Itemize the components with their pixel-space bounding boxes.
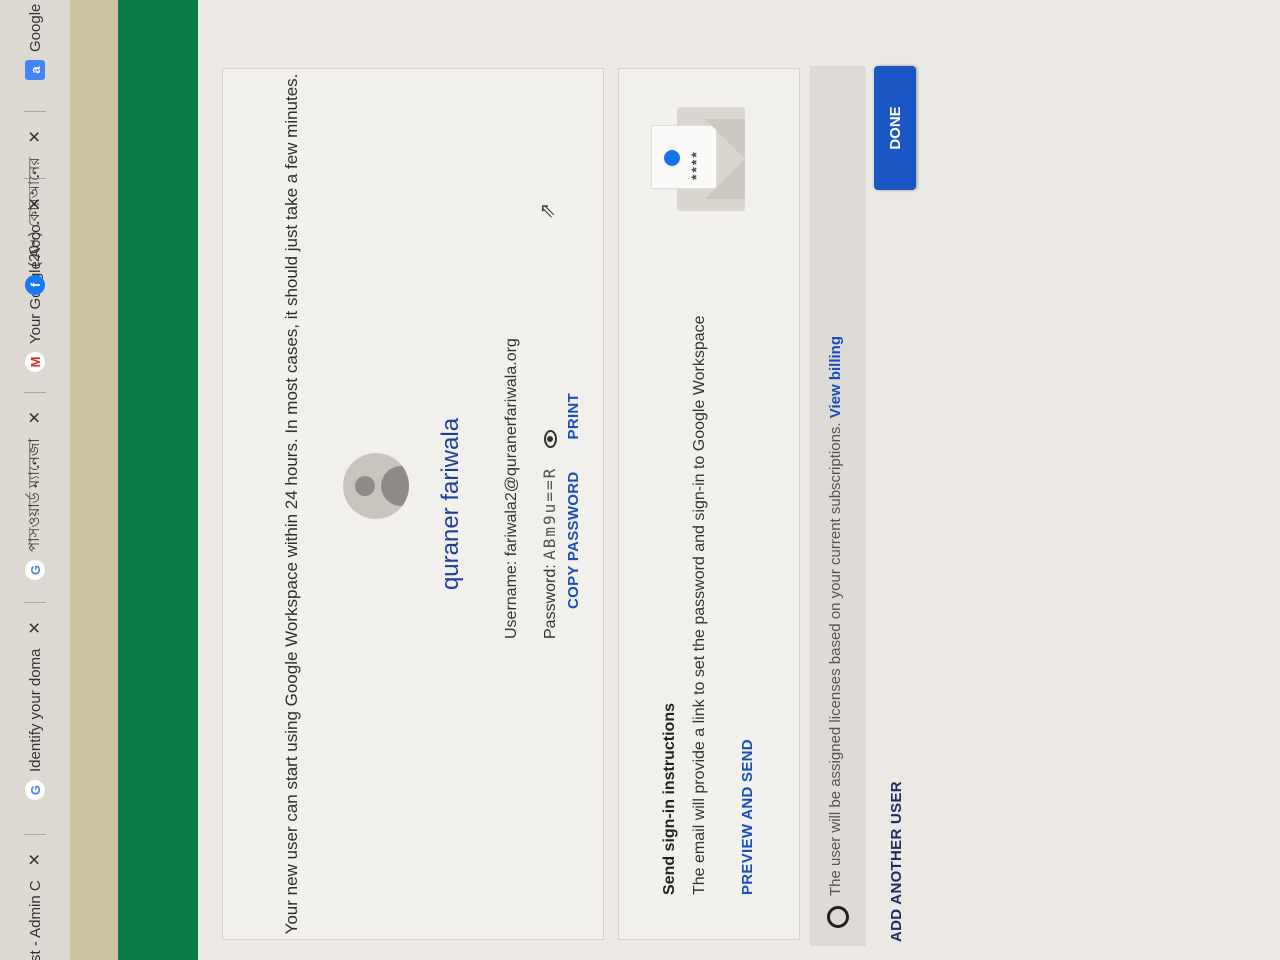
tab-label: Google <box>26 3 44 52</box>
tab-label: Identify your doma <box>26 648 44 772</box>
license-text: The user will be assigned licenses based… <box>827 422 844 896</box>
eye-icon[interactable] <box>544 430 558 449</box>
facebook-icon: f <box>25 275 45 295</box>
tab-separator <box>24 833 46 835</box>
browser-tab[interactable]: f (20+) কোরআনের ✕ <box>10 111 60 295</box>
close-icon[interactable]: ✕ <box>25 411 45 424</box>
tab-label: পাসওয়ার্ড ম্যানেজা <box>25 438 43 552</box>
preview-and-send-button[interactable]: PREVIEW AND SEND <box>739 739 756 895</box>
envelope-letter: **** <box>651 125 717 189</box>
close-icon[interactable]: ✕ <box>25 621 45 634</box>
close-icon[interactable]: ✕ <box>25 130 45 143</box>
password-label: Password: <box>542 564 559 639</box>
password-stars: **** <box>688 150 704 180</box>
browser-tab[interactable]: st - Admin C ✕ <box>10 833 60 960</box>
dialog-footer: ADD ANOTHER USER DONE <box>868 0 928 960</box>
add-another-user-button[interactable]: ADD ANOTHER USER <box>888 781 905 942</box>
new-user-card: Your new user can start using Google Wor… <box>222 68 604 940</box>
avatar-body <box>381 466 409 506</box>
user-created-panel: Your new user can start using Google Wor… <box>198 0 1280 960</box>
username-value: fariwala2@quranerfariwala.org <box>503 338 520 557</box>
username-row: Username: fariwala2@quranerfariwala.org <box>493 338 531 639</box>
tab-separator <box>24 391 46 393</box>
license-notice: The user will be assigned licenses based… <box>810 66 866 946</box>
send-instructions-card: Send sign-in instructions The email will… <box>618 68 800 940</box>
view-billing-link[interactable]: View billing <box>827 336 844 418</box>
password-value: ABm9u==R <box>540 466 559 560</box>
browser-tab-bar: st - Admin C ✕ G Identify your doma ✕ G … <box>0 0 71 960</box>
intro-text: Your new user can start using Google Wor… <box>282 73 301 935</box>
send-instructions-title: Send sign-in instructions <box>661 702 678 895</box>
browser-tab[interactable]: G Identify your doma ✕ <box>10 602 60 800</box>
browser-tab[interactable]: a Google <box>10 4 60 80</box>
gmail-icon: M <box>25 352 45 372</box>
print-button[interactable]: PRINT <box>565 393 582 440</box>
credential-actions: COPY PASSWORD PRINT <box>565 393 582 609</box>
google-g-icon: G <box>25 560 45 580</box>
tab-separator <box>24 602 46 604</box>
tab-label: st - Admin C <box>26 880 44 960</box>
username-label: Username: <box>503 560 520 639</box>
done-button[interactable]: DONE <box>874 66 916 190</box>
avatar <box>343 453 409 519</box>
send-instructions-text: The email will provide a link to set the… <box>691 315 708 895</box>
google-docs-icon: a <box>25 60 45 80</box>
mouse-cursor-icon: ⇖ <box>539 200 556 223</box>
credentials: Username: fariwala2@quranerfariwala.org … <box>493 338 569 639</box>
admin-header-bar <box>118 0 198 960</box>
google-g-icon: G <box>25 780 45 800</box>
license-icon <box>827 906 849 928</box>
photographed-screen: st - Admin C ✕ G Identify your doma ✕ G … <box>0 0 1280 960</box>
user-full-name: quraner fariwala <box>437 417 464 591</box>
toolbar-strip <box>70 0 118 960</box>
user-dot-icon <box>664 150 680 166</box>
license-notice-text: The user will be assigned licenses based… <box>827 336 844 896</box>
avatar-head <box>355 476 375 496</box>
password-row: Password: ABm9u==R <box>531 338 569 639</box>
close-icon[interactable]: ✕ <box>25 853 45 866</box>
browser-tab[interactable]: G পাসওয়ার্ড ম্যানেজা ✕ <box>10 391 60 580</box>
envelope-icon: **** <box>647 107 747 211</box>
tab-label: (20+) কোরআনের <box>25 157 43 267</box>
copy-password-button[interactable]: COPY PASSWORD <box>565 471 582 609</box>
tab-separator <box>24 111 46 113</box>
